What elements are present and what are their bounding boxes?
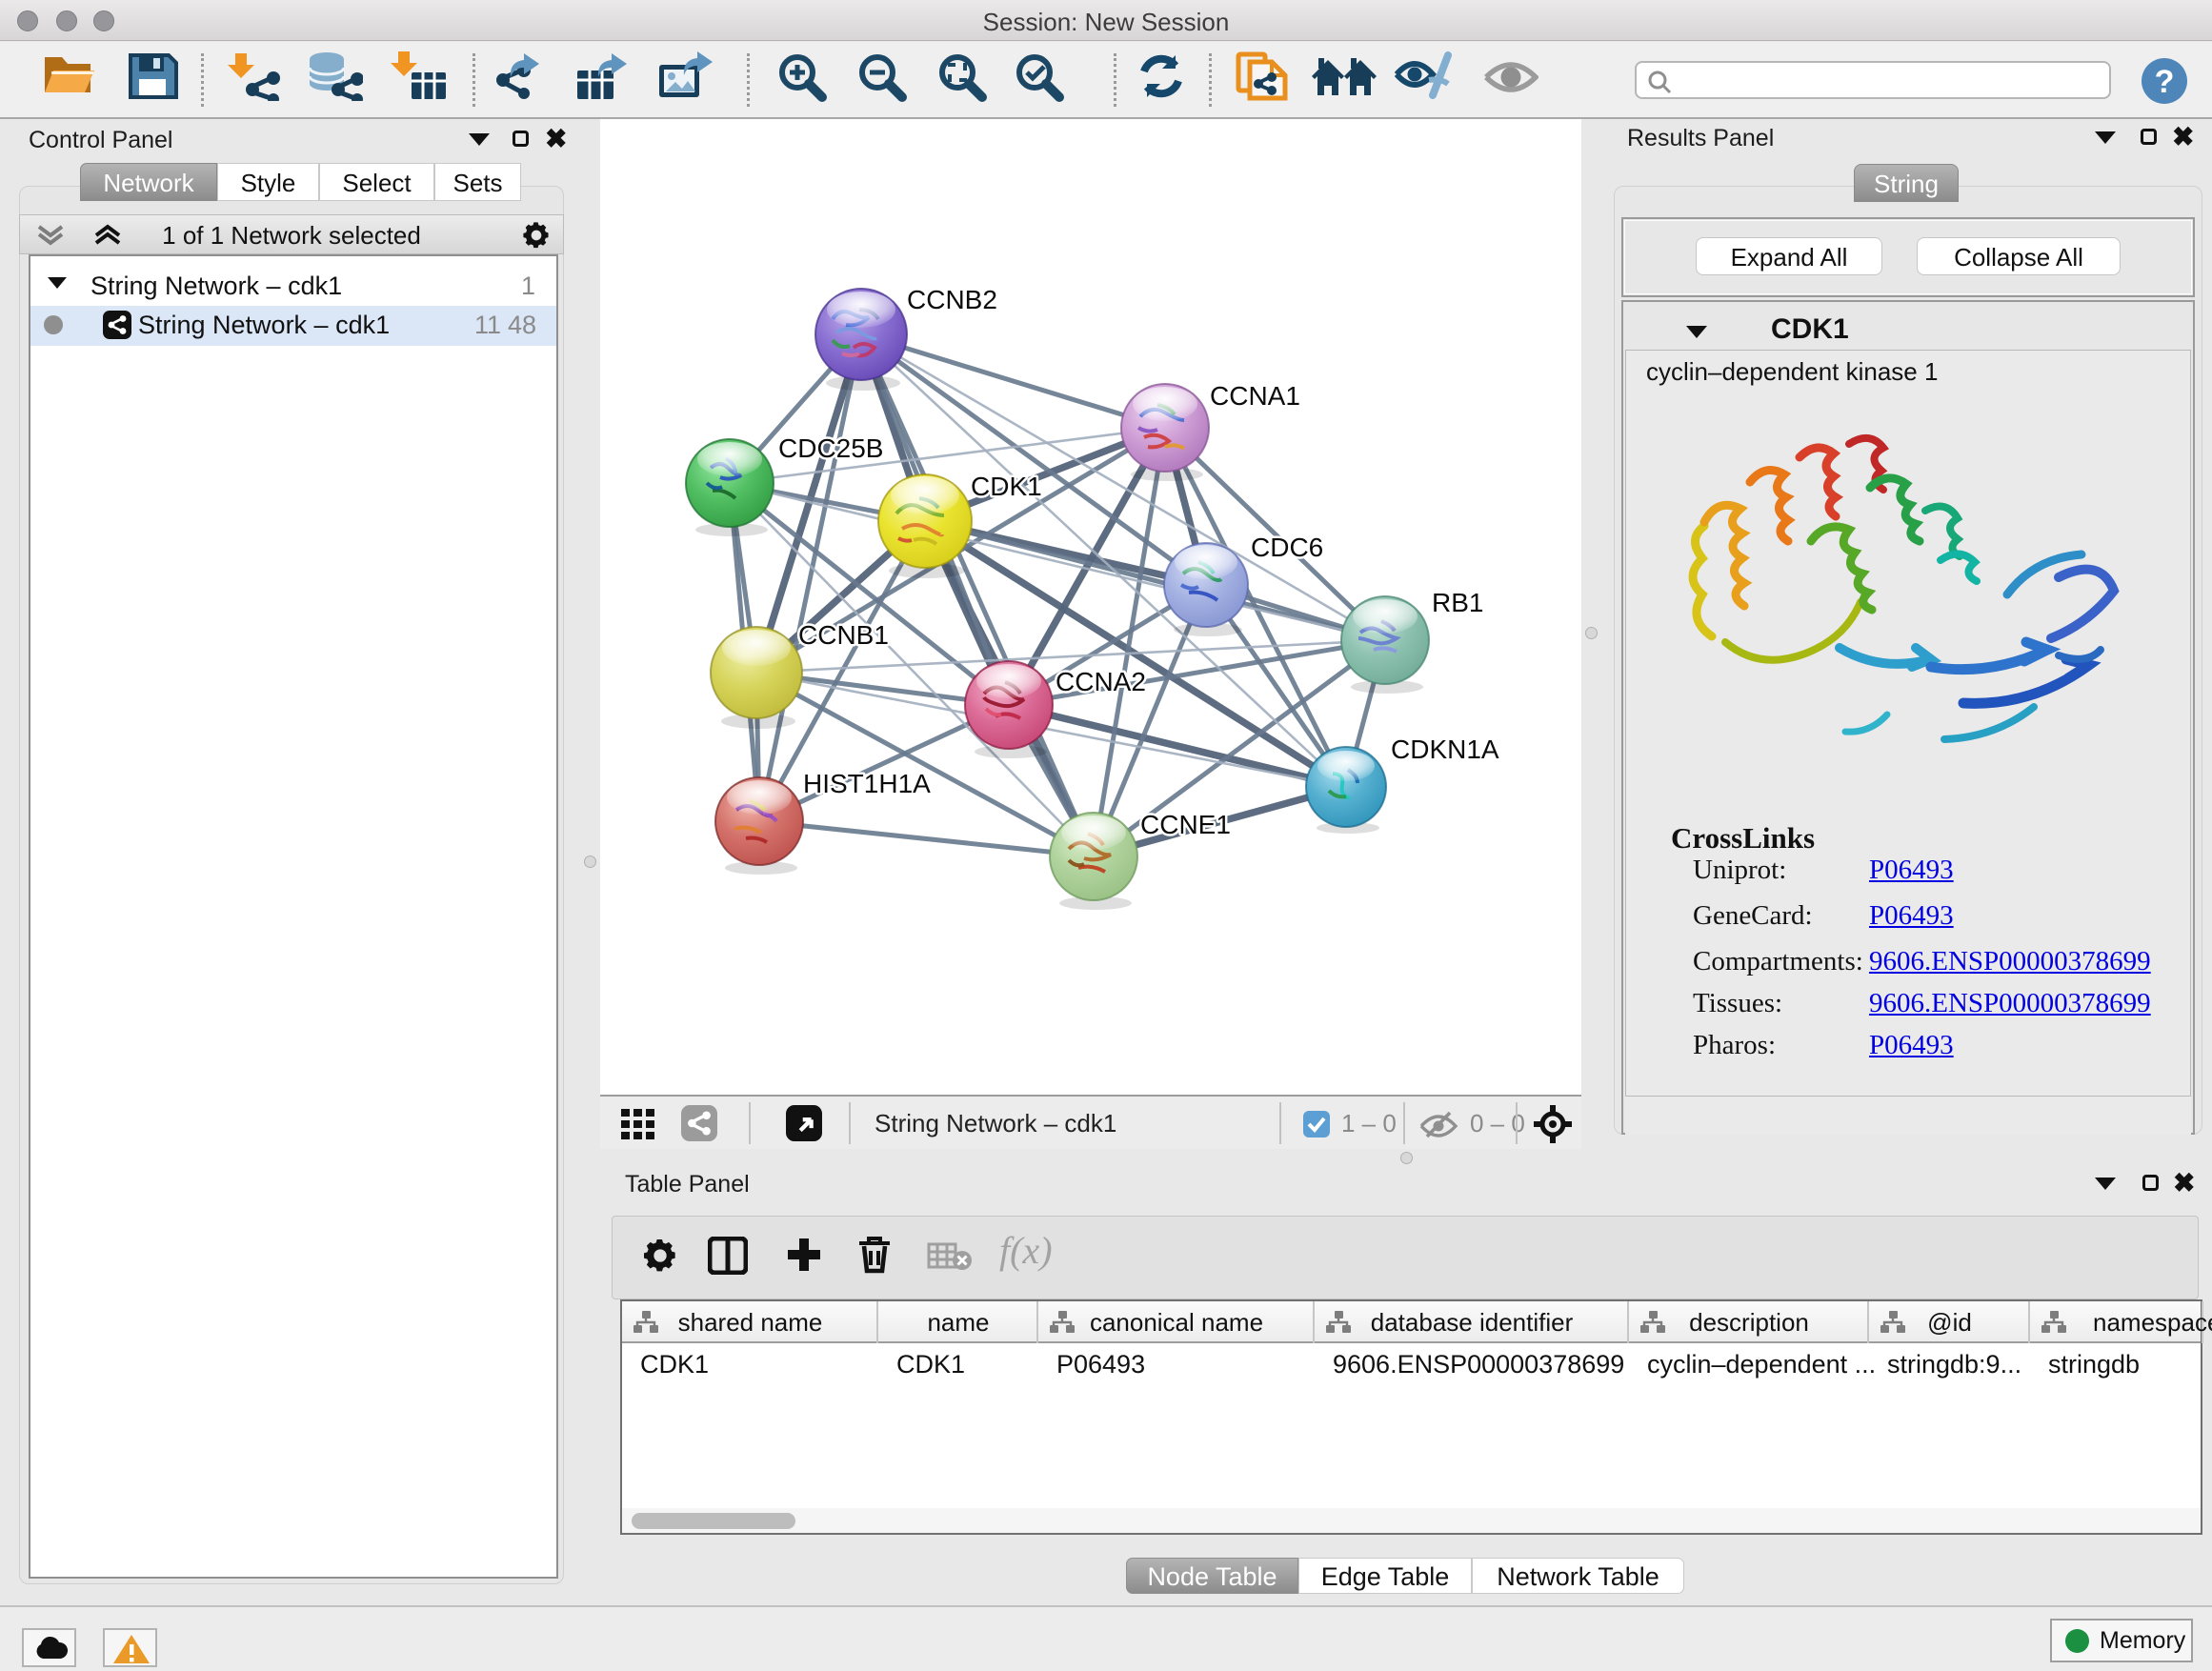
svg-text:CCNA1: CCNA1	[1210, 381, 1300, 411]
svg-text:CDC6: CDC6	[1251, 533, 1323, 562]
svg-text:RB1: RB1	[1432, 588, 1483, 617]
svg-text:CCNB2: CCNB2	[907, 285, 997, 314]
svg-text:CCNA2: CCNA2	[1056, 667, 1146, 696]
svg-text:CCNE1: CCNE1	[1140, 810, 1231, 839]
svg-text:CDKN1A: CDKN1A	[1391, 735, 1499, 764]
svg-text:CCNB1: CCNB1	[798, 620, 889, 650]
svg-text:CDK1: CDK1	[971, 472, 1042, 501]
svg-text:CDC25B: CDC25B	[778, 433, 883, 463]
svg-text:?: ?	[2155, 64, 2175, 100]
svg-text:HIST1H1A: HIST1H1A	[803, 769, 931, 798]
